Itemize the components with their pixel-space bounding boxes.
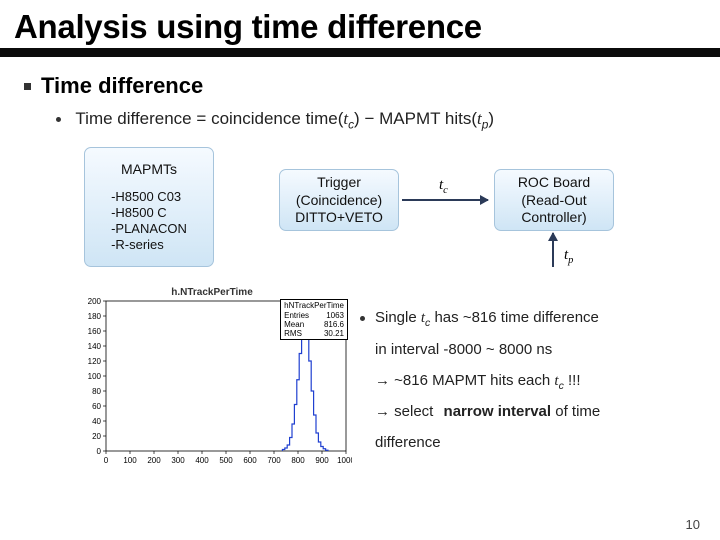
- trigger-l1: Trigger: [317, 174, 361, 192]
- right-notes: Single tc has ~816 time difference in in…: [360, 289, 710, 469]
- svg-text:300: 300: [171, 456, 185, 465]
- tp-sub: p: [482, 117, 489, 131]
- stat-rms: 30.21: [324, 329, 344, 338]
- stat-entries: 1063: [326, 311, 344, 320]
- mapmts-title: MAPMTs: [121, 161, 177, 179]
- chart-title: h.NTrackPerTime: [72, 287, 352, 298]
- dot-bullet-icon: [360, 316, 365, 321]
- mapmt-line: -H8500 C: [111, 205, 187, 221]
- roc-l1: ROC Board: [518, 174, 590, 192]
- roc-box: ROC Board (Read-Out Controller): [494, 169, 614, 231]
- histogram-chart: h.NTrackPerTime hNTrackPerTime Entries 10…: [72, 289, 352, 469]
- arrow-trigger-to-roc: [402, 199, 488, 201]
- block-diagram: MAPMTs -H8500 C03 -H8500 C -PLANACON -R-…: [24, 139, 696, 289]
- chart-stat-box: hNTrackPerTime Entries 1063 Mean 816.6 RMS…: [280, 299, 348, 340]
- coincidence-label: coincidence time: [211, 109, 338, 128]
- trigger-l2: (Coincidence): [296, 192, 382, 210]
- svg-text:0: 0: [97, 447, 102, 456]
- note-line-4: → select narrow interval of time: [360, 397, 704, 428]
- svg-text:200: 200: [88, 297, 102, 306]
- stat-mean-label: Mean: [284, 320, 304, 329]
- mapmt-hits-label: MAPMT hits: [379, 109, 471, 128]
- mapmts-lines: -H8500 C03 -H8500 C -PLANACON -R-series: [111, 189, 187, 254]
- arrow-tp-into-roc: [552, 233, 554, 267]
- note-line-1: Single tc has ~816 time difference: [360, 303, 704, 335]
- roc-l2: (Read-Out: [521, 192, 586, 210]
- svg-text:200: 200: [147, 456, 161, 465]
- svg-text:500: 500: [219, 456, 233, 465]
- svg-text:600: 600: [243, 456, 257, 465]
- formula-lhs: Time difference: [75, 109, 191, 128]
- svg-text:180: 180: [88, 312, 102, 321]
- dot-bullet-icon: [56, 117, 61, 122]
- svg-text:100: 100: [88, 372, 102, 381]
- mapmt-line: -H8500 C03: [111, 189, 187, 205]
- minus: −: [364, 109, 374, 128]
- note-line-3: → ~816 MAPMT hits each tc !!!: [360, 366, 704, 398]
- svg-text:100: 100: [123, 456, 137, 465]
- note-line-5: difference: [360, 428, 704, 459]
- svg-text:60: 60: [92, 402, 101, 411]
- mapmts-box: MAPMTs -H8500 C03 -H8500 C -PLANACON -R-…: [84, 147, 214, 267]
- tp-arrow-label: tp: [564, 247, 573, 266]
- note-line-2: in interval -8000 ~ 8000 ns: [360, 335, 704, 366]
- formula-line: Time difference = coincidence time(tc) −…: [24, 109, 696, 131]
- tc-arrow-label: tc: [439, 177, 448, 196]
- slide-title: Analysis using time difference: [0, 0, 720, 48]
- equals: =: [196, 109, 206, 128]
- mapmt-line: -PLANACON: [111, 221, 187, 237]
- svg-text:120: 120: [88, 357, 102, 366]
- svg-text:800: 800: [291, 456, 305, 465]
- svg-text:900: 900: [315, 456, 329, 465]
- trigger-l3: DITTO+VETO: [295, 209, 383, 227]
- svg-text:160: 160: [88, 327, 102, 336]
- svg-text:20: 20: [92, 432, 101, 441]
- svg-text:400: 400: [195, 456, 209, 465]
- mapmt-line: -R-series: [111, 237, 187, 253]
- stat-name-label: hNTrackPerTime: [284, 301, 344, 310]
- title-underline: [0, 48, 720, 57]
- svg-text:0: 0: [104, 456, 109, 465]
- square-bullet-icon: [24, 83, 31, 90]
- svg-text:40: 40: [92, 417, 101, 426]
- svg-text:140: 140: [88, 342, 102, 351]
- page-number: 10: [686, 517, 700, 532]
- svg-text:80: 80: [92, 387, 101, 396]
- stat-entries-label: Entries: [284, 311, 309, 320]
- svg-text:1000: 1000: [337, 456, 352, 465]
- section-heading: Time difference: [41, 73, 203, 99]
- stat-mean: 816.6: [324, 320, 344, 329]
- section-header-row: Time difference: [24, 73, 696, 99]
- trigger-box: Trigger (Coincidence) DITTO+VETO: [279, 169, 399, 231]
- roc-l3: Controller): [521, 209, 586, 227]
- stat-rms-label: RMS: [284, 329, 302, 338]
- tc-sub: c: [348, 117, 354, 131]
- svg-text:700: 700: [267, 456, 281, 465]
